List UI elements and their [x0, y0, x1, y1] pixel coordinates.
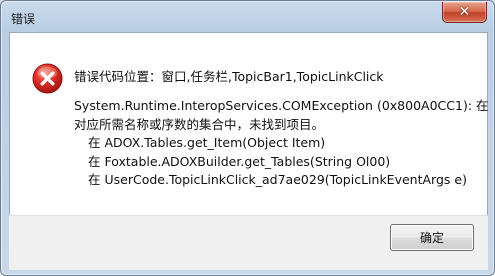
ok-button[interactable]: 确定 — [390, 224, 474, 251]
button-bar: 确定 — [9, 215, 488, 270]
error-location-text: 错误代码位置：窗口,任务栏,TopicBar1,TopicLinkClick — [74, 69, 384, 84]
title-bar[interactable]: 错误 ✕ — [2, 2, 493, 32]
window-title: 错误 — [11, 12, 36, 26]
error-icon — [32, 63, 63, 94]
exception-details: System.Runtime.InteropServices.COMExcept… — [74, 97, 489, 190]
close-icon: ✕ — [458, 4, 471, 20]
message-area: 错误代码位置：窗口,任务栏,TopicBar1,TopicLinkClick S… — [9, 32, 489, 216]
stack-trace-line: 在 UserCode.TopicLinkClick_ad7ae029(Topic… — [88, 172, 467, 187]
stack-trace-line: 在 Foxtable.ADOXBuilder.get_Tables(String… — [88, 153, 391, 169]
stack-trace-line: 在 ADOX.Tables.get_Item(Object Item) — [88, 135, 326, 150]
exception-line: System.Runtime.InteropServices.COMExcept… — [74, 98, 489, 113]
exception-line: 对应所需名称或序数的集合中，未找到项目。 — [74, 116, 325, 132]
close-button[interactable]: ✕ — [442, 2, 487, 23]
error-dialog: 错误 ✕ 错误代码位置：窗口,任务栏,TopicBar1,TopicLinkCl… — [0, 0, 495, 276]
